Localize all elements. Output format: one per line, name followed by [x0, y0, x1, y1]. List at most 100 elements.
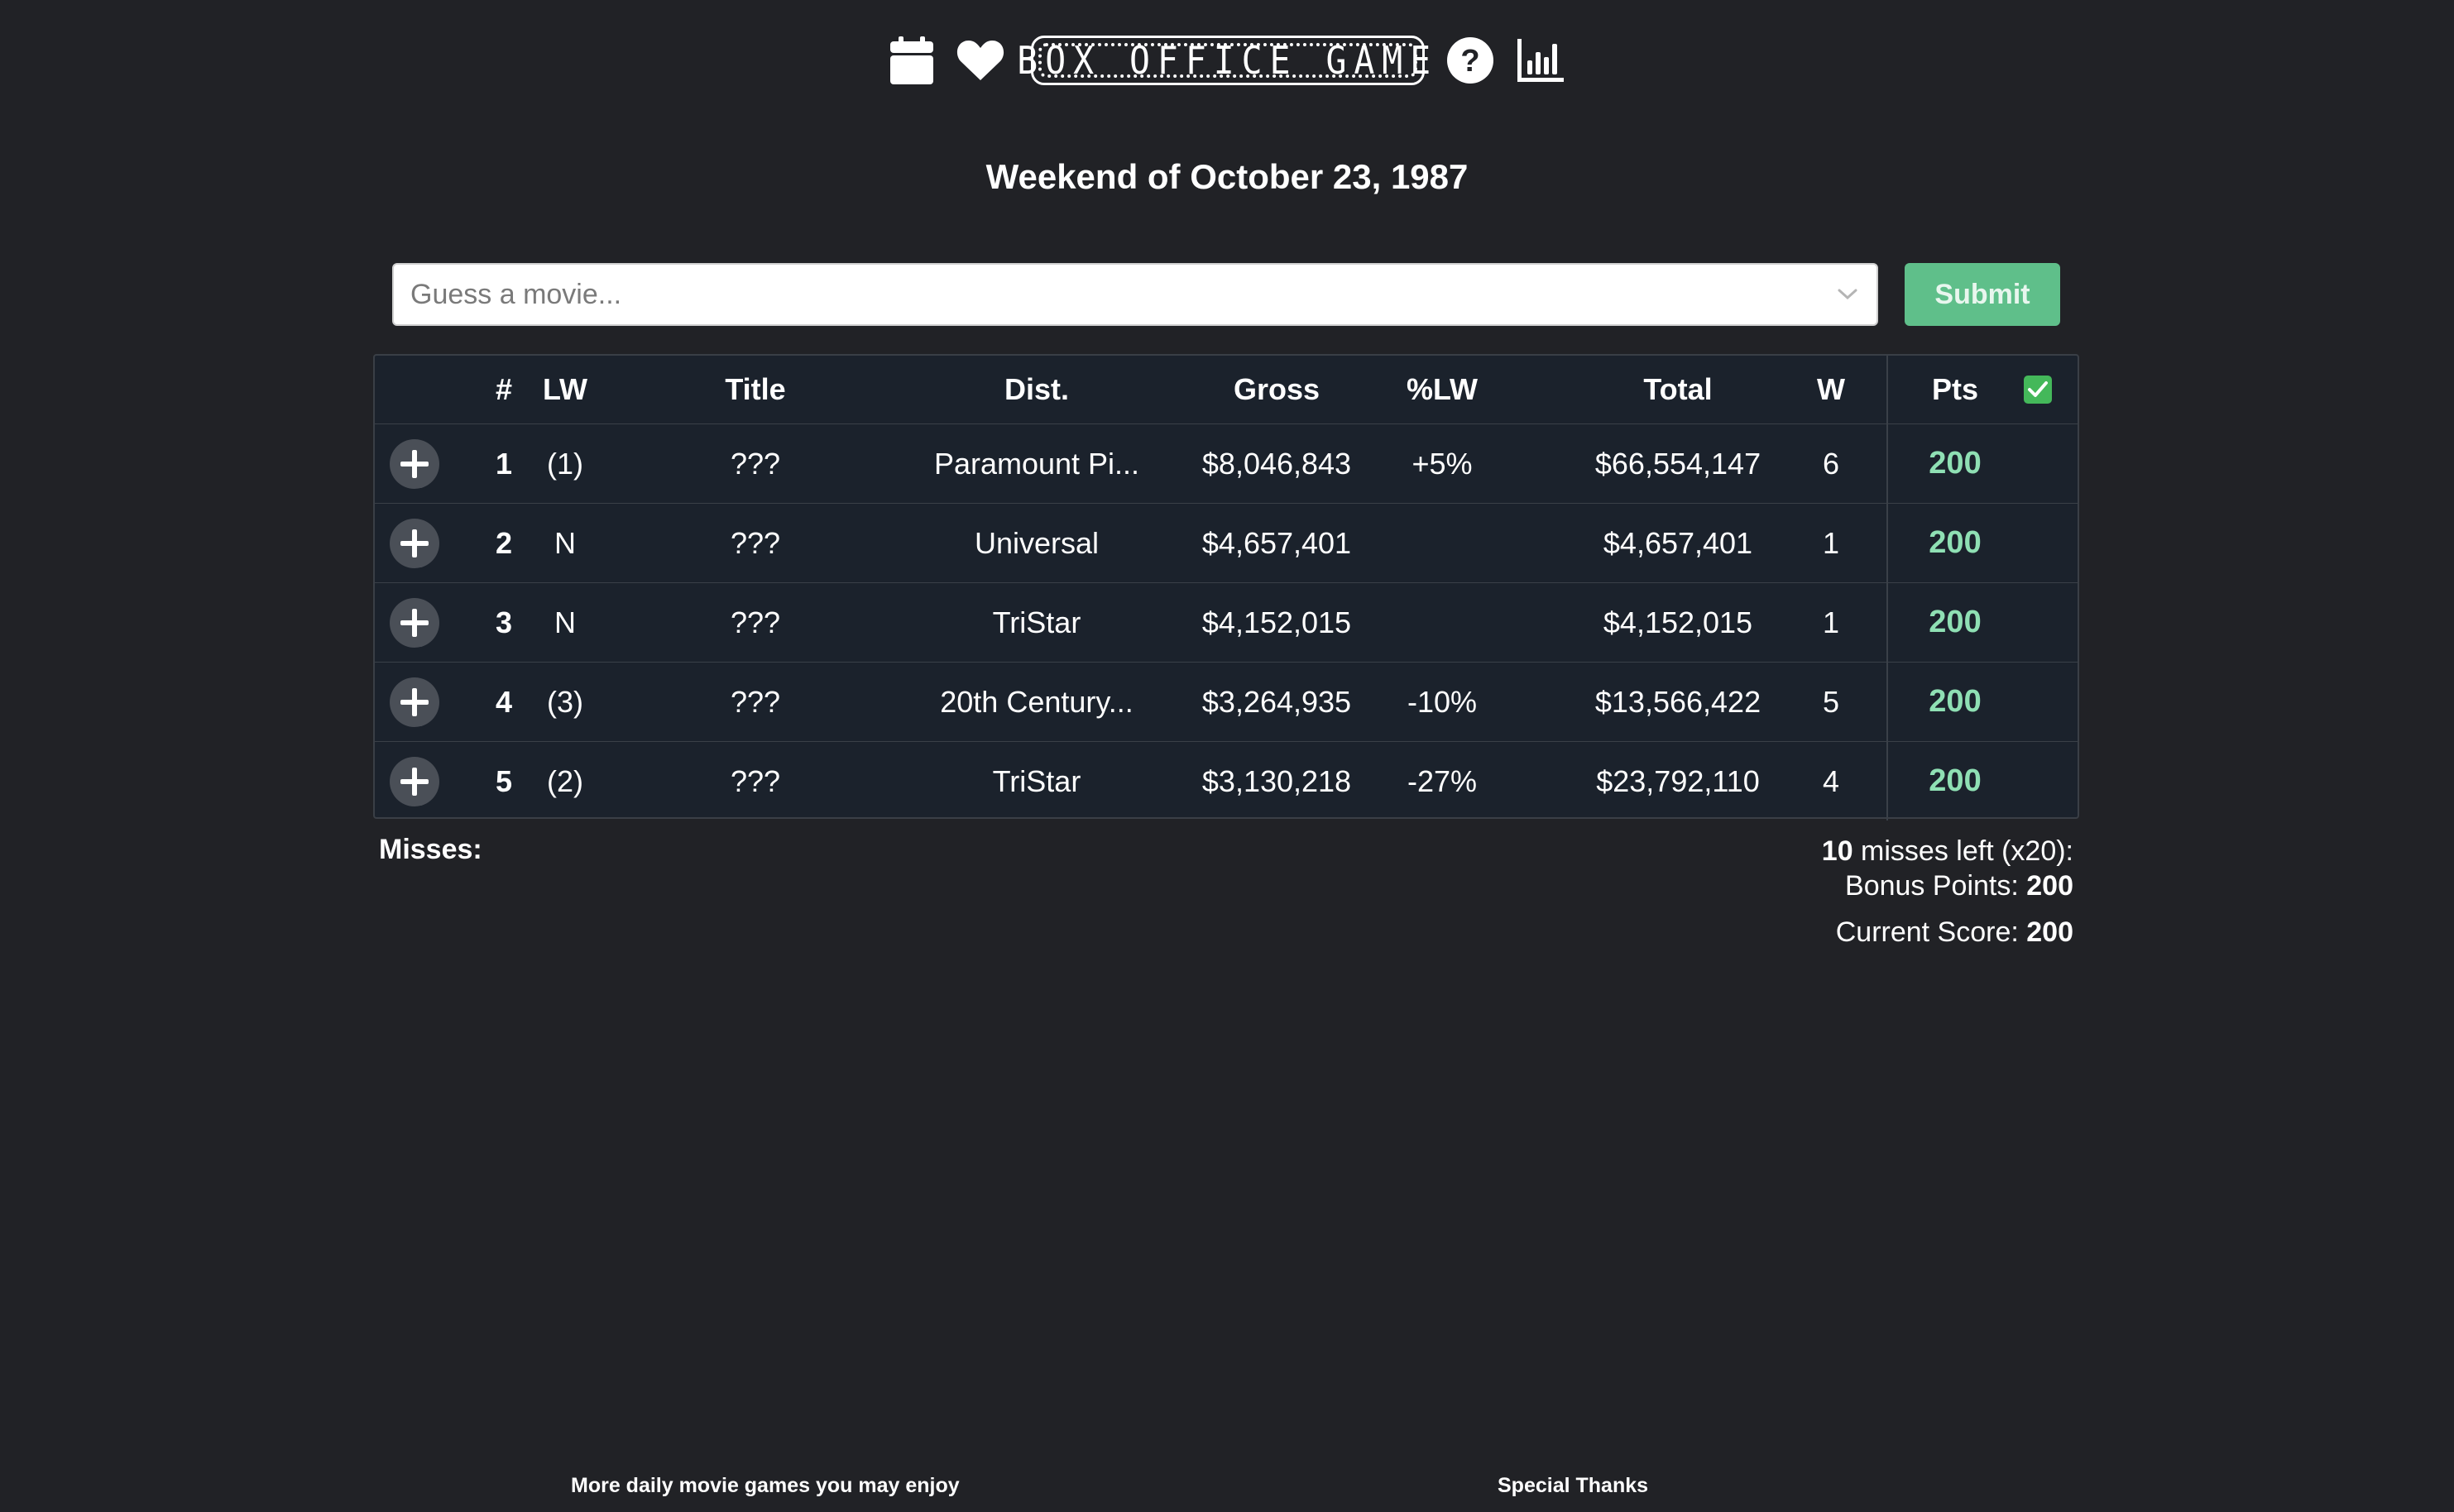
last-week: N: [554, 525, 576, 560]
gross: $3,130,218: [1201, 763, 1352, 798]
misses-left-text: misses left (x20):: [1852, 835, 2073, 867]
movie-search-input[interactable]: [394, 264, 1819, 325]
table-row: 2 N ??? Universal $4,657,401 $4,657,401 …: [375, 503, 2078, 582]
rank: 5: [495, 763, 513, 798]
gross: $8,046,843: [1201, 446, 1352, 481]
expand-row-cell: [375, 504, 454, 582]
rank: 1: [495, 446, 513, 481]
rank: 4: [495, 684, 513, 719]
calendar-icon[interactable]: [890, 36, 933, 84]
current-score-line: Current Score: 200: [1822, 915, 2073, 950]
help-icon[interactable]: ?: [1446, 36, 1494, 84]
submit-button[interactable]: Submit: [1905, 263, 2060, 326]
bonus-points-label: Bonus Points:: [1845, 870, 2027, 902]
header-total: Total: [1643, 372, 1713, 406]
plus-icon[interactable]: [390, 597, 439, 648]
last-week: (3): [547, 684, 583, 719]
percent-change: +5%: [1412, 446, 1473, 481]
misses-label: Misses:: [379, 834, 482, 865]
expand-row-cell: [375, 424, 454, 503]
distributor: TriStar: [992, 763, 1081, 798]
plus-icon[interactable]: [390, 518, 439, 568]
column-divider: [1886, 356, 1888, 423]
misses-left-count: 10: [1821, 835, 1853, 867]
plus-icon[interactable]: [390, 438, 439, 489]
header-last-week: LW: [543, 372, 587, 406]
table-row: 3 N ??? TriStar $4,152,015 $4,152,015 1 …: [375, 582, 2078, 662]
column-divider: [1886, 742, 1888, 821]
table-header-row: # LW Title Dist. Gross %LW Total W Pts: [375, 356, 2078, 423]
distributor: 20th Century...: [940, 684, 1134, 719]
current-score-value: 200: [2026, 916, 2073, 948]
header-weeks: W: [1817, 372, 1845, 406]
points: 200: [1929, 446, 1982, 481]
percent-change: [1384, 504, 1500, 582]
movie-title: ???: [730, 763, 781, 798]
last-week: (2): [547, 763, 583, 798]
percent-change: -27%: [1407, 763, 1478, 798]
weeks: 5: [1822, 684, 1840, 719]
logo-text: BOX OFFICE GAME: [1017, 38, 1439, 83]
total-gross: $4,152,015: [1603, 605, 1753, 639]
percent-change: [1384, 583, 1500, 662]
rank: 3: [495, 605, 513, 639]
points: 200: [1929, 684, 1982, 719]
more-games-heading: More daily movie games you may enjoy: [571, 1474, 960, 1497]
page: BOX OFFICE GAME ? Weekend of October 23,…: [0, 0, 2454, 1512]
header-rank: #: [495, 372, 513, 406]
gross: $4,152,015: [1201, 605, 1352, 639]
page-title: Weekend of October 23, 1987: [985, 157, 1469, 196]
current-score-label: Current Score:: [1835, 916, 2027, 948]
weeks: 4: [1822, 763, 1840, 798]
distributor: Universal: [974, 525, 1100, 560]
weeks: 1: [1822, 525, 1840, 560]
total-gross: $66,554,147: [1594, 446, 1761, 481]
header-points: Pts: [1931, 372, 1979, 406]
movie-title: ???: [730, 684, 781, 719]
total-gross: $23,792,110: [1596, 763, 1760, 798]
points: 200: [1929, 605, 1982, 639]
expand-row-cell: [375, 583, 454, 662]
points: 200: [1929, 525, 1982, 560]
points: 200: [1929, 763, 1982, 798]
last-week: N: [554, 605, 576, 639]
svg-text:?: ?: [1460, 44, 1479, 79]
total-gross: $4,657,401: [1603, 525, 1753, 560]
gross: $4,657,401: [1201, 525, 1352, 560]
weeks: 1: [1822, 605, 1840, 639]
movie-search[interactable]: [392, 263, 1878, 326]
bonus-points-value: 200: [2026, 870, 2073, 902]
total-gross: $13,566,422: [1594, 684, 1761, 719]
logo[interactable]: BOX OFFICE GAME: [1018, 36, 1431, 85]
distributor: TriStar: [992, 605, 1081, 639]
misses-left-line: 10 misses left (x20):: [1822, 834, 2073, 868]
column-divider: [1886, 583, 1888, 662]
score-summary: 10 misses left (x20): Bonus Points: 200 …: [1822, 834, 2073, 950]
column-divider: [1886, 504, 1888, 582]
movie-title: ???: [730, 446, 781, 481]
header-distributor: Dist.: [1004, 372, 1069, 406]
header-title: Title: [725, 372, 786, 406]
bonus-points-line: Bonus Points: 200: [1822, 868, 2073, 903]
header-percent-change: %LW: [1407, 372, 1478, 406]
percent-change: -10%: [1407, 684, 1478, 719]
header-check: [2005, 356, 2071, 423]
plus-icon[interactable]: [390, 677, 439, 727]
column-divider: [1886, 663, 1888, 741]
weeks: 6: [1822, 446, 1840, 481]
header-gross: Gross: [1233, 372, 1320, 406]
expand-row-cell: [375, 742, 454, 821]
chevron-down-icon[interactable]: [1819, 265, 1876, 324]
checkmark-icon: [2024, 376, 2052, 404]
distributor: Paramount Pi...: [933, 446, 1140, 481]
header: BOX OFFICE GAME ?: [0, 31, 2454, 89]
movie-title: ???: [730, 605, 781, 639]
plus-icon[interactable]: [390, 756, 439, 806]
column-divider: [1886, 424, 1888, 503]
heart-icon[interactable]: [956, 39, 1004, 82]
stats-icon[interactable]: [1517, 39, 1564, 82]
movie-title: ???: [730, 525, 781, 560]
special-thanks-heading: Special Thanks: [1498, 1474, 1649, 1497]
table-row: 4 (3) ??? 20th Century... $3,264,935 -10…: [375, 662, 2078, 741]
last-week: (1): [547, 446, 583, 481]
